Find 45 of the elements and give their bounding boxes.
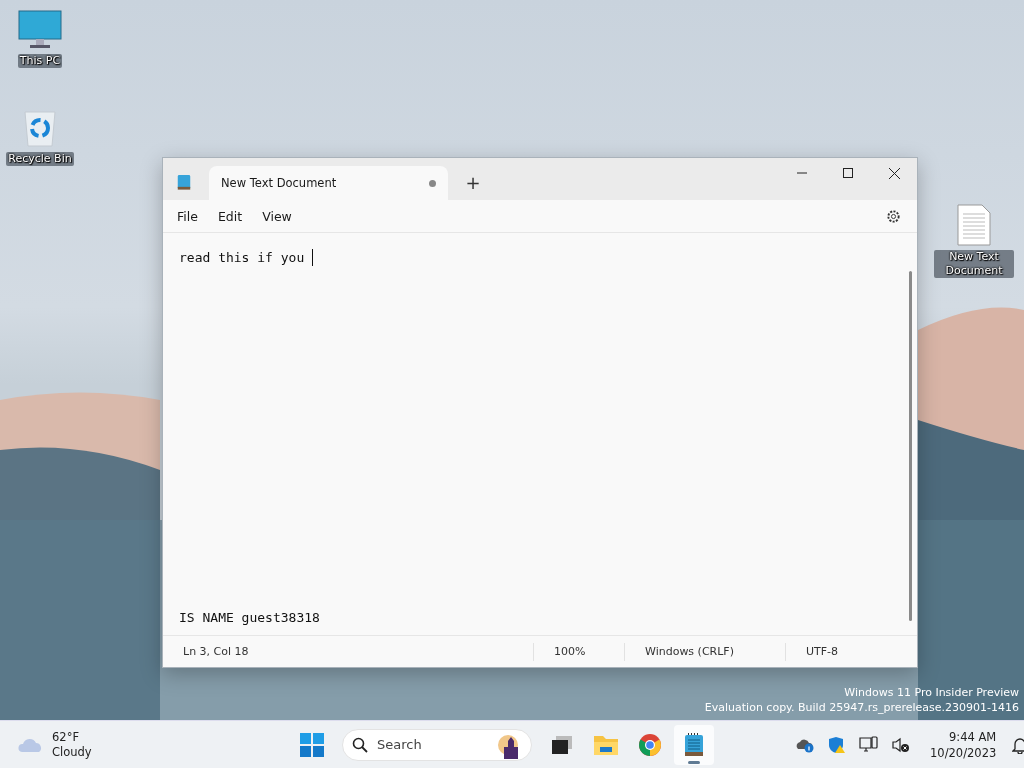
monitor-icon: [18, 10, 62, 50]
weather-condition-text[interactable]: Cloudy: [52, 744, 92, 760]
search-icon: [352, 736, 368, 753]
build-watermark-text: Evaluation copy. Build 25947.rs_prerelease.230901-1416: [704, 700, 1019, 715]
shield-warning-icon: [828, 735, 846, 754]
windows-logo-icon: [300, 732, 324, 757]
network-icon: [859, 735, 879, 754]
notification-bell-icon[interactable]: [1012, 735, 1024, 754]
text-line: read this if you: [179, 250, 306, 265]
scrollbar[interactable]: [909, 271, 912, 621]
search-field[interactable]: Search: [342, 728, 532, 761]
menu-item[interactable]: File: [169, 204, 206, 228]
temperature-text[interactable]: 62°F: [52, 729, 92, 745]
text-file-icon: [957, 204, 991, 246]
status-text: 100%: [554, 645, 586, 658]
text-cursor: [312, 249, 314, 266]
desktop-icon-label[interactable]: Recycle Bin: [6, 152, 74, 166]
task-view-icon: [551, 734, 573, 755]
desktop-icon-label[interactable]: This PC: [17, 54, 63, 68]
desktop-icon-label[interactable]: New Text Document: [934, 250, 1014, 278]
volume-muted-icon: [892, 736, 910, 753]
tab-title: New Text Document: [221, 176, 337, 190]
build-watermark-text: Windows 11 Pro Insider Preview: [843, 685, 1019, 700]
menu-item[interactable]: Edit: [209, 204, 251, 228]
status-text: Ln 3, Col 18: [183, 645, 249, 658]
clock-time: 9:44 AM: [948, 728, 997, 745]
settings-icon[interactable]: [886, 208, 901, 224]
chrome-icon: [638, 732, 662, 757]
text-editor[interactable]: read this if you IS NAME guest38318: [163, 233, 917, 635]
notepad-icon: [177, 173, 191, 191]
close-icon: [888, 167, 900, 179]
menu-item[interactable]: View: [254, 204, 300, 228]
status-text: Windows (CRLF): [645, 645, 734, 658]
recycle-bin-icon: [22, 108, 58, 148]
clock[interactable]: 9:44 AM 10/20/2023: [926, 728, 1001, 761]
folder-icon: [593, 733, 619, 756]
new-tab-button[interactable]: +: [458, 167, 488, 197]
cloud-icon: [18, 736, 44, 753]
status-text: UTF-8: [806, 645, 839, 658]
text-line: IS NAME guest38318: [179, 610, 320, 625]
notepad-icon: [684, 731, 704, 758]
clock-date: 10/20/2023: [930, 744, 997, 761]
maximize-icon: [843, 168, 853, 178]
taskbar-app-button[interactable]: [674, 724, 714, 765]
document-tab[interactable]: New Text Document: [209, 166, 448, 200]
